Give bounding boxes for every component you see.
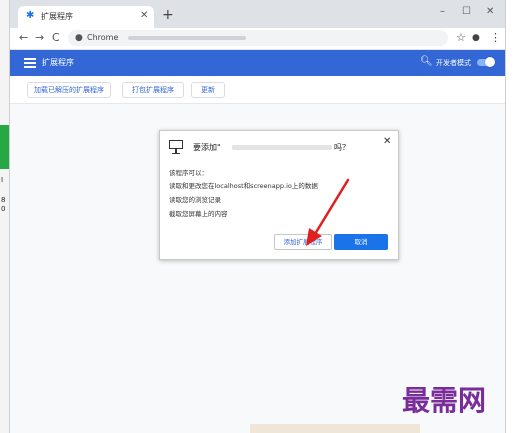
dialog-title-obscured-name [232,145,332,150]
tab-close-icon[interactable]: ✕ [140,10,148,22]
back-button[interactable]: ← [19,31,28,45]
toggle-knob [485,57,495,67]
cancel-button[interactable]: 取消 [334,234,388,250]
add-extension-button[interactable]: 添加扩展程序 [274,234,332,250]
page-title: 扩展程序 [42,58,74,67]
developer-actions-bar: 加载已解压的扩展程序 打包扩展程序 更新 [10,76,505,104]
developer-mode-label: 开发者模式 [436,59,471,67]
dialog-close-icon[interactable]: ✕ [383,136,391,147]
extensions-header: 扩展程序 🔍︎ 开发者模式 [10,50,505,76]
background-text-fragment: 0 [1,205,6,213]
site-info-icon[interactable]: ● [75,33,83,43]
background-text-fragment: I [1,176,4,184]
reload-button[interactable]: C [52,31,60,45]
monitor-icon [169,140,183,156]
search-icon[interactable]: 🔍︎ [420,56,433,68]
tab-title: 扩展程序 [41,12,73,21]
update-button[interactable]: 更新 [191,82,225,98]
maximize-button[interactable]: ☐ [462,6,471,18]
minimize-button[interactable]: – [440,6,445,18]
forward-button[interactable]: → [35,31,44,45]
blurred-url [128,36,246,40]
dialog-title-suffix: 吗？ [334,143,350,152]
add-extension-dialog: 要添加" 吗？ ✕ 该程序可以： 读取和更改您在localhost和screen… [159,130,399,260]
tab-strip: ✱ 扩展程序 ✕ + – ☐ ✕ [10,0,505,28]
browser-menu-icon[interactable]: ⋮ [490,31,501,45]
dialog-intro: 该程序可以： [169,169,208,177]
address-bar-label: Chrome [87,33,119,42]
load-unpacked-button[interactable]: 加载已解压的扩展程序 [27,82,111,98]
background-text-fragment: 8 [1,196,6,204]
dialog-title-prefix: 要添加" [193,143,221,152]
browser-toolbar: ← → C ● Chrome ☆ ● ⋮ [10,28,505,50]
developer-mode-toggle[interactable] [477,57,495,67]
background-page-fragment [250,424,420,433]
new-tab-button[interactable]: + [162,8,174,22]
tab-extensions[interactable]: ✱ 扩展程序 ✕ [18,6,154,28]
permission-item: 读取和更改您在localhost和screenapp.io上的数据 [169,182,318,190]
site-watermark: 最需网 [402,384,487,417]
bookmark-star-icon[interactable]: ☆ [456,31,466,45]
pack-extension-button[interactable]: 打包扩展程序 [122,82,184,98]
permission-item: 读取您的浏览记录 [169,196,221,204]
permission-item: 截取您屏幕上的内容 [169,210,228,218]
address-bar[interactable]: ● Chrome [68,30,448,46]
profile-icon[interactable]: ● [472,31,480,45]
close-window-button[interactable]: ✕ [486,6,494,18]
puzzle-icon: ✱ [26,10,35,21]
hamburger-menu-icon[interactable] [24,57,36,69]
background-green-block [0,125,9,169]
